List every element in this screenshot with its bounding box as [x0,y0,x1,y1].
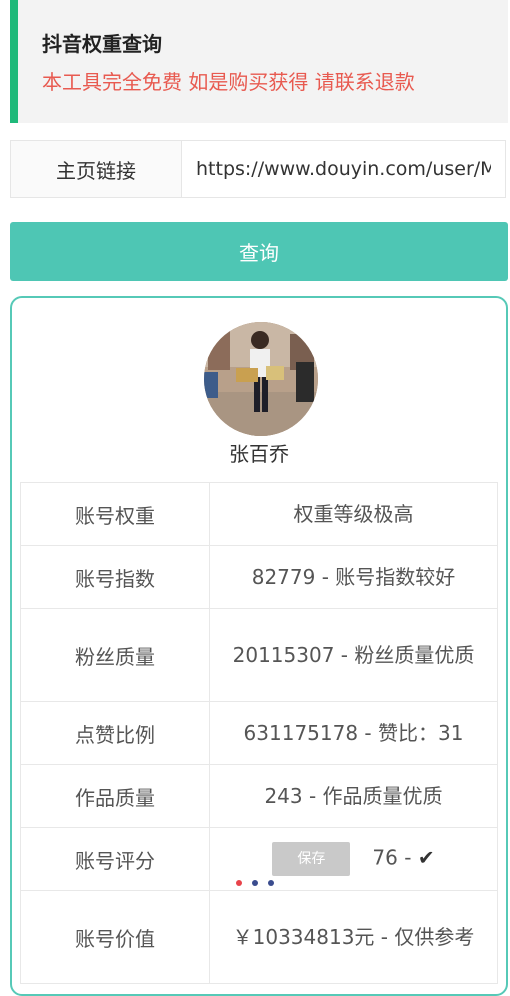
row-value: ￥10334813元 - 仅供参考 [209,890,498,984]
table-row: 粉丝质量 20115307 - 粉丝质量优质 [20,608,498,702]
row-value: 82779 - 账号指数较好 [209,545,498,609]
row-value: 权重等级极高 [209,482,498,546]
result-table: 账号权重 权重等级极高 账号指数 82779 - 账号指数较好 粉丝质量 201… [20,482,498,984]
save-button[interactable]: 保存 [272,842,351,876]
row-key: 账号价值 [20,890,210,984]
result-card: 张百乔 账号权重 权重等级极高 账号指数 82779 - 账号指数较好 粉丝质量… [10,296,508,996]
loading-indicator [236,880,274,886]
homepage-link-row: 主页链接 [10,140,506,198]
table-row: 账号指数 82779 - 账号指数较好 [20,545,498,609]
row-key: 点赞比例 [20,701,210,765]
notice-title: 抖音权重查询 [42,32,162,56]
row-key: 账号权重 [20,482,210,546]
row-key: 作品质量 [20,764,210,828]
homepage-link-input[interactable] [182,141,505,197]
row-key: 账号评分 [20,827,210,891]
check-icon: ✔ [417,845,435,870]
homepage-link-label: 主页链接 [11,141,182,197]
notice-subtitle: 本工具完全免费 如是购买获得 请联系退款 [42,70,415,94]
table-row: 账号价值 ￥10334813元 - 仅供参考 [20,890,498,984]
loading-dot [252,880,258,886]
loading-dot [236,880,242,886]
row-key: 账号指数 [20,545,210,609]
table-row: 作品质量 243 - 作品质量优质 [20,764,498,828]
loading-dot [268,880,274,886]
avatar [204,322,318,436]
score-value: 76 - [372,845,418,870]
row-key: 粉丝质量 [20,608,210,702]
row-value: 243 - 作品质量优质 [209,764,498,828]
table-row: 点赞比例 631175178 - 赞比：31 [20,701,498,765]
username: 张百乔 [229,442,289,466]
query-button[interactable]: 查询 [10,222,508,281]
row-value: 20115307 - 粉丝质量优质 [209,608,498,702]
notice-panel: 抖音权重查询 本工具完全免费 如是购买获得 请联系退款 [10,0,508,123]
row-value: 631175178 - 赞比：31 [209,701,498,765]
table-row: 账号权重 权重等级极高 [20,482,498,546]
